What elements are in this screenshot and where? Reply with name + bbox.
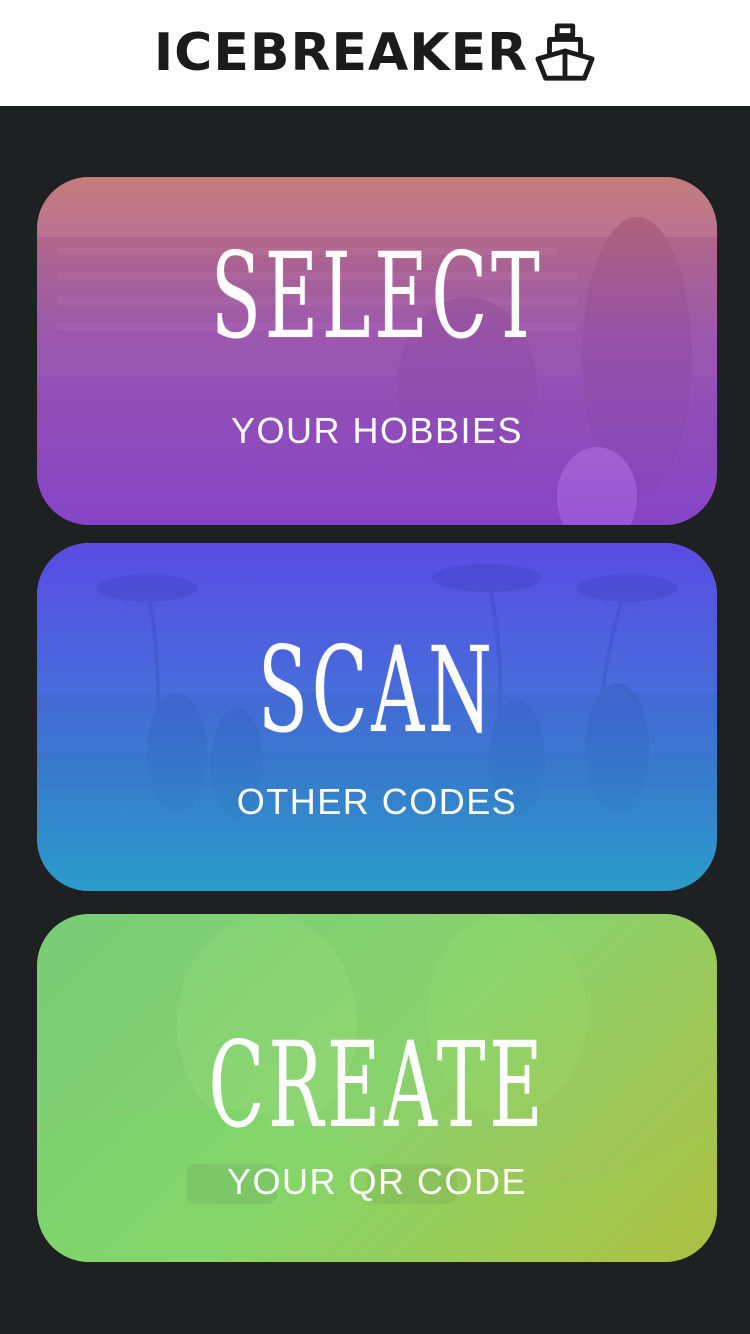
select-title: SELECT [210, 227, 544, 365]
scan-codes-card[interactable]: SCAN OTHER CODES [37, 543, 717, 891]
app-header: ICEBREAKER [0, 0, 750, 106]
create-title: CREATE [208, 1016, 546, 1154]
scan-subtitle: OTHER CODES [236, 781, 518, 822]
select-hobbies-card[interactable]: SELECT YOUR HOBBIES [37, 177, 717, 525]
ship-icon [535, 23, 595, 81]
create-subtitle: YOUR QR CODE [226, 1161, 528, 1202]
scan-title: SCAN [258, 621, 496, 759]
create-qr-card[interactable]: CREATE YOUR QR CODE [37, 914, 717, 1262]
select-subtitle: YOUR HOBBIES [230, 410, 524, 451]
app-title: ICEBREAKER [153, 23, 529, 83]
